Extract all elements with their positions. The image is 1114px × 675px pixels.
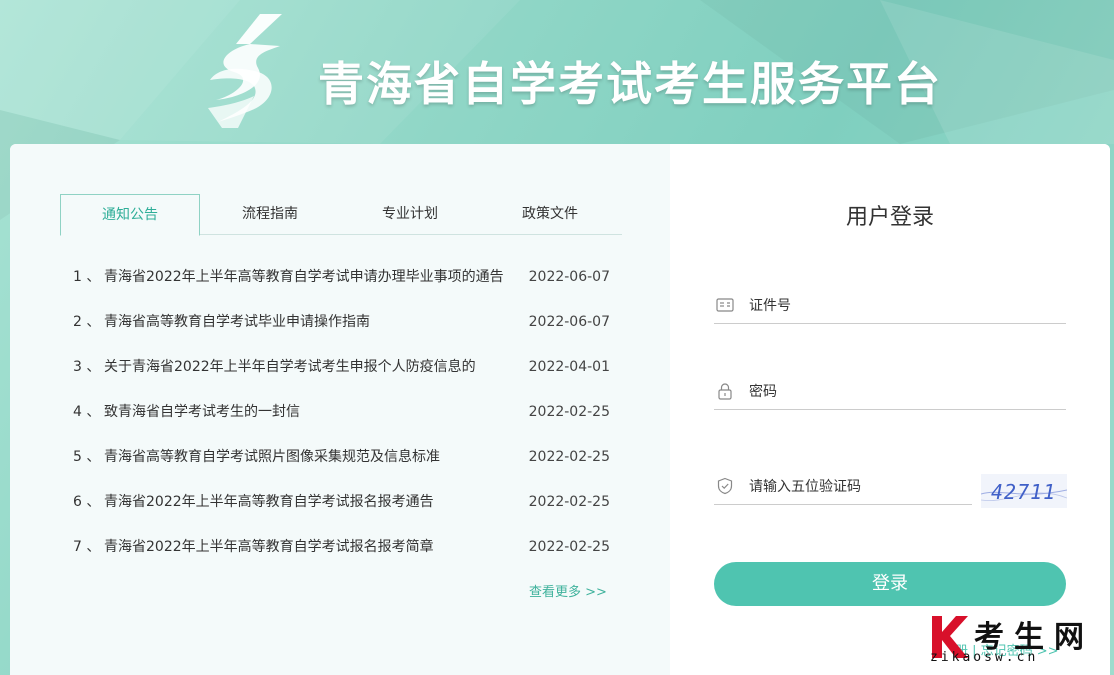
news-title[interactable]: 致青海省自学考试考生的一封信 (104, 390, 300, 435)
news-date: 2022-06-07 (528, 269, 610, 285)
news-date: 2022-02-25 (528, 449, 610, 465)
news-date: 2022-04-01 (528, 359, 610, 375)
news-date: 2022-02-25 (528, 404, 610, 420)
news-item[interactable]: 5 、 青海省高等教育自学考试照片图像采集规范及信息标准 2022-02-25 (70, 435, 622, 480)
news-title[interactable]: 青海省高等教育自学考试照片图像采集规范及信息标准 (104, 435, 440, 480)
tab-process-guide[interactable]: 流程指南 (200, 194, 340, 235)
announcement-panel: 通知公告 流程指南 专业计划 政策文件 1 、 青海省2022年上半年高等教育自… (10, 144, 670, 675)
news-number: 6 、 (73, 494, 101, 510)
tab-notices[interactable]: 通知公告 (60, 194, 200, 236)
news-item[interactable]: 3 、 关于青海省2022年上半年自学考试考生申报个人防疫信息的 2022-04… (70, 345, 622, 390)
news-number: 3 、 (73, 359, 101, 375)
news-item[interactable]: 7 、 青海省2022年上半年高等教育自学考试报名报考简章 2022-02-25 (70, 525, 622, 570)
news-title[interactable]: 青海省2022年上半年高等教育自学考试申请办理毕业事项的通告 (104, 255, 504, 300)
password-placeholder: 密码 (749, 384, 777, 400)
news-number: 5 、 (73, 449, 101, 465)
header: 青海省自学考试考生服务平台 (0, 0, 1114, 144)
news-item[interactable]: 6 、 青海省2022年上半年高等教育自学考试报名报考通告 2022-02-25 (70, 480, 622, 525)
news-title[interactable]: 青海省2022年上半年高等教育自学考试报名报考通告 (104, 480, 434, 525)
news-number: 1 、 (73, 269, 101, 285)
news-list: 1 、 青海省2022年上半年高等教育自学考试申请办理毕业事项的通告 2022-… (70, 255, 622, 570)
news-item[interactable]: 4 、 致青海省自学考试考生的一封信 2022-02-25 (70, 390, 622, 435)
captcha-field[interactable]: 请输入五位验证码 (714, 469, 972, 505)
captcha-image[interactable]: 42711 (981, 474, 1067, 508)
logo-icon (208, 14, 282, 128)
news-number: 2 、 (73, 314, 101, 330)
news-date: 2022-02-25 (528, 494, 610, 510)
news-title[interactable]: 关于青海省2022年上半年自学考试考生申报个人防疫信息的 (104, 345, 476, 390)
news-title[interactable]: 青海省高等教育自学考试毕业申请操作指南 (104, 300, 370, 345)
news-number: 7 、 (73, 539, 101, 555)
news-date: 2022-02-25 (528, 539, 610, 555)
captcha-code: 42711 (991, 480, 1056, 504)
captcha-placeholder: 请输入五位验证码 (749, 479, 861, 495)
news-date: 2022-06-07 (528, 314, 610, 330)
shield-check-icon (717, 477, 733, 495)
watermark: 考生网 zikaosw.cn (928, 612, 1108, 672)
tab-major-plan[interactable]: 专业计划 (340, 194, 480, 235)
tab-policy-documents[interactable]: 政策文件 (480, 194, 620, 235)
main-card: 通知公告 流程指南 专业计划 政策文件 1 、 青海省2022年上半年高等教育自… (10, 144, 1110, 675)
login-title: 用户登录 (845, 205, 934, 230)
login-panel: 用户登录 证件号 密码 请输入五位验证码 42711 登录 册 | 忘记密码 >… (670, 144, 1110, 675)
password-field[interactable]: 密码 (714, 374, 1066, 410)
news-item[interactable]: 1 、 青海省2022年上半年高等教育自学考试申请办理毕业事项的通告 2022-… (70, 255, 622, 300)
site-title: 青海省自学考试考生服务平台 (318, 57, 942, 111)
id-card-icon (716, 298, 734, 312)
id-number-field[interactable]: 证件号 (714, 288, 1066, 324)
tab-bar: 通知公告 流程指南 专业计划 政策文件 (60, 194, 622, 236)
id-number-placeholder: 证件号 (749, 298, 791, 314)
view-more-link[interactable]: 查看更多 >> (529, 581, 607, 600)
lock-icon (718, 383, 732, 400)
watermark-url: zikaosw.cn (930, 650, 1039, 665)
news-number: 4 、 (73, 404, 101, 420)
login-button[interactable]: 登录 (714, 562, 1066, 606)
news-item[interactable]: 2 、 青海省高等教育自学考试毕业申请操作指南 2022-06-07 (70, 300, 622, 345)
news-title[interactable]: 青海省2022年上半年高等教育自学考试报名报考简章 (104, 525, 434, 570)
